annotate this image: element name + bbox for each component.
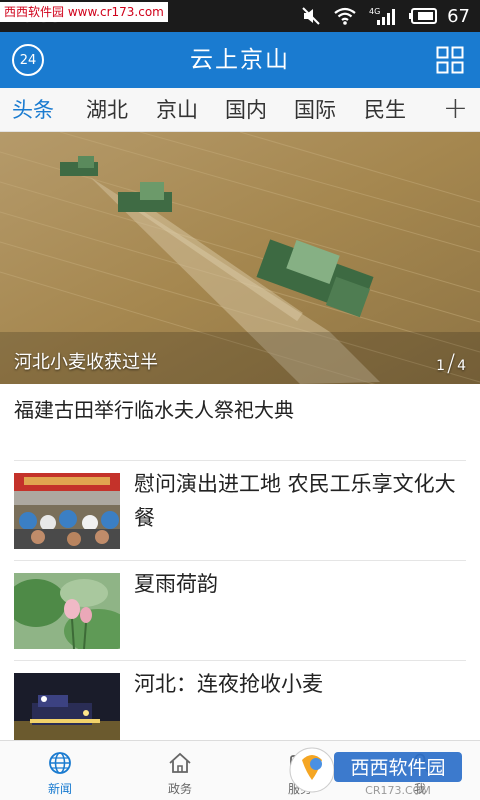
watermark: 西西软件园 www.cr173.com (0, 2, 168, 22)
news-thumbnail (14, 673, 120, 749)
news-title: 慰问演出进工地 农民工乐享文化大餐 (134, 472, 456, 530)
battery-icon (409, 8, 438, 24)
carousel-total: 4 (457, 358, 466, 374)
status-bar: 10:33 西西软件园 www.cr173.com 4G 67 (0, 0, 480, 32)
nav-label: 新闻 (47, 782, 72, 796)
mute-icon (302, 7, 320, 25)
page-title: 云上京山 (190, 47, 290, 73)
hero-carousel[interactable]: 河北小麦收获过半 1 / 4 (0, 132, 480, 384)
nav-label: 政务 (167, 782, 192, 796)
grid-icon[interactable] (436, 46, 464, 74)
nav-news[interactable]: 新闻 (0, 741, 120, 800)
add-tab-button[interactable]: + (443, 88, 468, 132)
watermark-logo-name: 西西软件园 (350, 757, 445, 779)
nav-government[interactable]: 政务 (120, 741, 240, 800)
watermark-logo: 西西软件园 CR173.COM (289, 747, 462, 797)
tab-livelihood[interactable]: 民生 (364, 88, 406, 132)
news-item[interactable]: 慰问演出进工地 农民工乐享文化大餐 (14, 461, 466, 561)
news-thumbnail (14, 573, 120, 649)
battery-level: 67 (447, 5, 470, 27)
watermark-logo-url: CR173.COM (365, 784, 431, 797)
tab-domestic[interactable]: 国内 (225, 88, 267, 132)
top-headline[interactable]: 福建古田举行临水夫人祭祀大典 (14, 394, 294, 423)
news-thumbnail (14, 473, 120, 549)
hero-caption: 河北小麦收获过半 (14, 352, 158, 373)
news-item[interactable]: 夏雨荷韵 (14, 561, 466, 661)
status-icons: 4G 67 (301, 4, 470, 28)
tab-hubei[interactable]: 湖北 (86, 88, 128, 132)
carousel-counter: 1 / 4 (436, 349, 466, 377)
home-icon (169, 752, 191, 773)
date-badge[interactable]: 24 (12, 44, 44, 76)
tab-jingshan[interactable]: 京山 (156, 88, 198, 132)
tab-international[interactable]: 国际 (294, 88, 336, 132)
app-header: 云上京山 24 (0, 32, 480, 88)
network-label: 4G (369, 7, 380, 16)
globe-icon (49, 752, 71, 774)
hero-image (0, 132, 480, 384)
news-title: 夏雨荷韵 (134, 572, 218, 596)
wifi-icon (334, 7, 356, 25)
signal-icon: 4G (369, 7, 396, 25)
news-title: 河北：连夜抢收小麦 (134, 672, 323, 696)
carousel-current: 1 (436, 358, 445, 374)
category-tabs: 头条 湖北 京山 国内 国际 民生 + (0, 88, 480, 132)
tab-headlines[interactable]: 头条 (12, 88, 54, 132)
